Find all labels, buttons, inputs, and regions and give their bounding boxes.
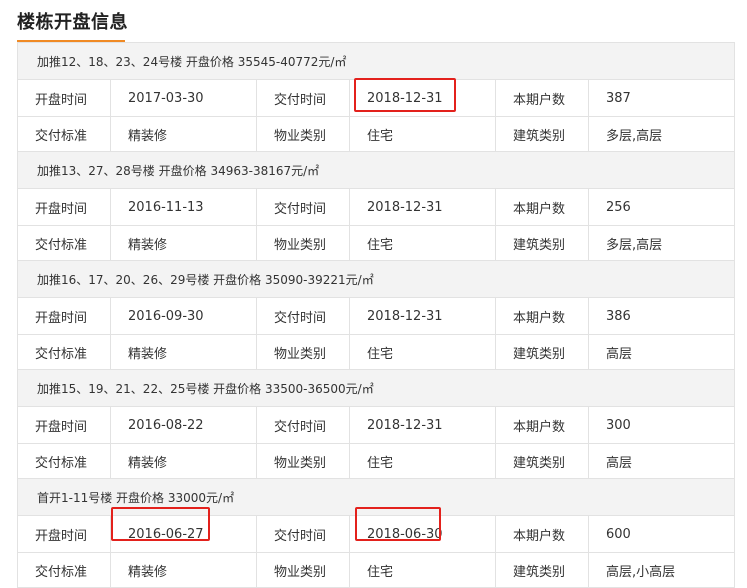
delivery-time-value: 2018-12-31 [349,297,496,335]
delivery-standard-value: 精装修 [110,334,257,370]
households-value: 300 [588,406,735,444]
section-header: 加推16、17、20、26、29号楼 开盘价格 35090-39221元/㎡ [17,260,735,298]
table-row: 开盘时间 2017-03-30 交付时间 2018-12-31 本期户数 387 [17,79,735,117]
households-value: 387 [588,79,735,117]
building-info-table: 加推12、18、23、24号楼 开盘价格 35545-40772元/㎡ 开盘时间… [17,42,735,588]
delivery-standard-label: 交付标准 [17,552,111,588]
section-title: 加推15、19、21、22、25号楼 开盘价格 33500-36500元/㎡ [17,369,735,407]
households-label: 本期户数 [495,188,589,226]
table-row: 交付标准 精装修 物业类别 住宅 建筑类别 多层,高层 [17,225,735,261]
section-header: 首开1-11号楼 开盘价格 33000元/㎡ [17,478,735,516]
delivery-time-label: 交付时间 [256,79,350,117]
delivery-time-value: 2018-06-30 [349,515,496,553]
table-row: 交付标准 精装修 物业类别 住宅 建筑类别 高层 [17,443,735,479]
building-type-value: 高层 [588,334,735,370]
delivery-time-value: 2018-12-31 [349,188,496,226]
property-type-value: 住宅 [349,443,496,479]
page-title: 楼栋开盘信息 [17,12,128,33]
section-header: 加推15、19、21、22、25号楼 开盘价格 33500-36500元/㎡ [17,369,735,407]
property-type-label: 物业类别 [256,443,350,479]
delivery-time-value: 2018-12-31 [349,79,496,117]
table-row: 交付标准 精装修 物业类别 住宅 建筑类别 高层 [17,334,735,370]
delivery-standard-label: 交付标准 [17,225,111,261]
property-type-value: 住宅 [349,116,496,152]
households-value: 386 [588,297,735,335]
building-type-value: 高层 [588,443,735,479]
table-row: 交付标准 精装修 物业类别 住宅 建筑类别 高层,小高层 [17,552,735,588]
table-row: 交付标准 精装修 物业类别 住宅 建筑类别 多层,高层 [17,116,735,152]
delivery-standard-label: 交付标准 [17,443,111,479]
open-time-label: 开盘时间 [17,188,111,226]
property-type-value: 住宅 [349,225,496,261]
delivery-standard-value: 精装修 [110,116,257,152]
building-type-label: 建筑类别 [495,552,589,588]
table-row: 开盘时间 2016-11-13 交付时间 2018-12-31 本期户数 256 [17,188,735,226]
property-type-value: 住宅 [349,334,496,370]
open-time-label: 开盘时间 [17,515,111,553]
households-value: 256 [588,188,735,226]
table-row: 开盘时间 2016-09-30 交付时间 2018-12-31 本期户数 386 [17,297,735,335]
delivery-time-label: 交付时间 [256,297,350,335]
property-type-label: 物业类别 [256,334,350,370]
delivery-standard-value: 精装修 [110,225,257,261]
building-type-value: 多层,高层 [588,116,735,152]
table-row: 开盘时间 2016-08-22 交付时间 2018-12-31 本期户数 300 [17,406,735,444]
open-time-value: 2016-06-27 [110,515,257,553]
delivery-time-label: 交付时间 [256,406,350,444]
property-type-label: 物业类别 [256,225,350,261]
households-label: 本期户数 [495,297,589,335]
open-time-value: 2016-08-22 [110,406,257,444]
building-type-value: 高层,小高层 [588,552,735,588]
section-title: 加推12、18、23、24号楼 开盘价格 35545-40772元/㎡ [17,42,735,80]
property-type-label: 物业类别 [256,552,350,588]
households-label: 本期户数 [495,406,589,444]
section-title: 加推13、27、28号楼 开盘价格 34963-38167元/㎡ [17,151,735,189]
building-type-label: 建筑类别 [495,225,589,261]
property-type-value: 住宅 [349,552,496,588]
households-label: 本期户数 [495,515,589,553]
delivery-standard-label: 交付标准 [17,334,111,370]
households-label: 本期户数 [495,79,589,117]
delivery-standard-value: 精装修 [110,443,257,479]
households-value: 600 [588,515,735,553]
building-type-label: 建筑类别 [495,443,589,479]
open-time-label: 开盘时间 [17,297,111,335]
open-time-value: 2017-03-30 [110,79,257,117]
delivery-standard-label: 交付标准 [17,116,111,152]
section-header: 加推13、27、28号楼 开盘价格 34963-38167元/㎡ [17,151,735,189]
building-info-panel: 加推12、18、23、24号楼 开盘价格 35545-40772元/㎡ 开盘时间… [17,42,735,588]
property-type-label: 物业类别 [256,116,350,152]
building-type-label: 建筑类别 [495,334,589,370]
delivery-standard-value: 精装修 [110,552,257,588]
open-time-value: 2016-11-13 [110,188,257,226]
delivery-time-label: 交付时间 [256,515,350,553]
section-title: 加推16、17、20、26、29号楼 开盘价格 35090-39221元/㎡ [17,260,735,298]
building-type-value: 多层,高层 [588,225,735,261]
building-type-label: 建筑类别 [495,116,589,152]
open-time-label: 开盘时间 [17,79,111,117]
delivery-time-value: 2018-12-31 [349,406,496,444]
section-title: 首开1-11号楼 开盘价格 33000元/㎡ [17,478,735,516]
delivery-time-label: 交付时间 [256,188,350,226]
open-time-label: 开盘时间 [17,406,111,444]
section-header: 加推12、18、23、24号楼 开盘价格 35545-40772元/㎡ [17,42,735,80]
open-time-value: 2016-09-30 [110,297,257,335]
table-row: 开盘时间 2016-06-27 交付时间 2018-06-30 本期户数 600 [17,515,735,553]
